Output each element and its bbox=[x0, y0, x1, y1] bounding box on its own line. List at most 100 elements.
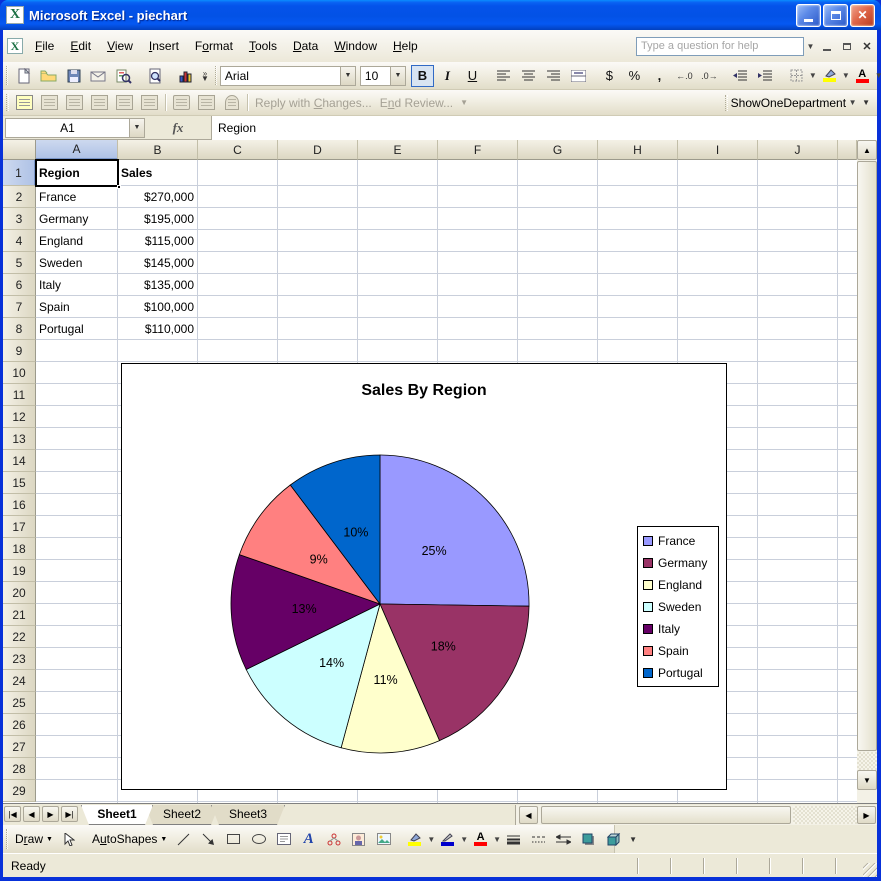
insert-picture-button[interactable] bbox=[372, 828, 395, 850]
sheet-tab-sheet2[interactable]: Sheet2 bbox=[145, 805, 219, 825]
resize-grip[interactable] bbox=[863, 863, 877, 877]
horizontal-scroll-track[interactable] bbox=[793, 806, 858, 824]
font-color-dropdown-icon[interactable]: ▼ bbox=[875, 66, 881, 85]
cell-A5[interactable]: Sweden bbox=[36, 252, 117, 273]
legend-item-england[interactable]: England bbox=[643, 574, 718, 596]
cell-A2[interactable]: France bbox=[36, 186, 117, 207]
arrow-button[interactable] bbox=[197, 828, 220, 850]
fill-color-dropdown-icon[interactable]: ▼ bbox=[427, 830, 435, 849]
menu-file[interactable]: File bbox=[27, 35, 62, 57]
line-color-dropdown-icon[interactable]: ▼ bbox=[460, 830, 468, 849]
cell-A4[interactable]: England bbox=[36, 230, 117, 251]
open-button[interactable] bbox=[37, 65, 60, 87]
column-header-D[interactable]: D bbox=[278, 140, 358, 160]
cell-B1[interactable]: Sales bbox=[118, 160, 197, 185]
diagram-button[interactable] bbox=[322, 828, 345, 850]
fill-color-dropdown-icon[interactable]: ▼ bbox=[842, 66, 850, 85]
row-header-23[interactable]: 23 bbox=[3, 648, 36, 670]
italic-button[interactable]: I bbox=[436, 65, 459, 87]
row-header-3[interactable]: 3 bbox=[3, 208, 36, 230]
insert-function-button[interactable]: fx bbox=[145, 117, 211, 139]
select-objects-button[interactable] bbox=[58, 828, 81, 850]
column-header-B[interactable]: B bbox=[118, 140, 198, 160]
row-header-16[interactable]: 16 bbox=[3, 494, 36, 516]
sheet-tab-sheet1[interactable]: Sheet1 bbox=[81, 805, 153, 825]
minimize-button[interactable] bbox=[796, 4, 821, 27]
column-header-G[interactable]: G bbox=[518, 140, 598, 160]
new-workbook-button[interactable] bbox=[12, 65, 35, 87]
fill-color-button[interactable] bbox=[403, 828, 426, 850]
toolbar-options-chevron[interactable]: ▼ bbox=[457, 100, 471, 105]
delete-comment-button[interactable] bbox=[138, 92, 161, 114]
currency-button[interactable]: $ bbox=[598, 65, 621, 87]
shadow-style-button[interactable] bbox=[577, 828, 600, 850]
column-header-C[interactable]: C bbox=[198, 140, 278, 160]
column-header-H[interactable]: H bbox=[598, 140, 678, 160]
vertical-scroll-track[interactable] bbox=[857, 752, 877, 770]
print-preview-button[interactable] bbox=[143, 65, 166, 87]
custom-macro-dropdown-icon[interactable]: ▼ bbox=[846, 93, 859, 112]
text-box-button[interactable] bbox=[272, 828, 295, 850]
font-color-button[interactable]: A bbox=[469, 828, 492, 850]
cell-A3[interactable]: Germany bbox=[36, 208, 117, 229]
decrease-indent-button[interactable] bbox=[729, 65, 752, 87]
bold-button[interactable]: B bbox=[411, 65, 434, 87]
arrow-style-button[interactable] bbox=[552, 828, 575, 850]
scroll-left-button[interactable]: ◀ bbox=[519, 806, 538, 824]
select-all-corner[interactable] bbox=[3, 140, 36, 160]
reply-with-changes-button[interactable]: Reply with Changes... bbox=[251, 96, 376, 110]
align-center-button[interactable] bbox=[517, 65, 540, 87]
increase-indent-button[interactable] bbox=[754, 65, 777, 87]
cell-B7[interactable]: $100,000 bbox=[118, 296, 197, 317]
menu-format[interactable]: Format bbox=[187, 35, 241, 57]
send-to-mail-recipient-button[interactable] bbox=[195, 92, 218, 114]
row-header-11[interactable]: 11 bbox=[3, 384, 36, 406]
dash-style-button[interactable] bbox=[527, 828, 550, 850]
font-color-dropdown-icon[interactable]: ▼ bbox=[493, 830, 501, 849]
workbook-close-button[interactable]: ✕ bbox=[859, 38, 875, 54]
merge-center-button[interactable] bbox=[567, 65, 590, 87]
row-header-17[interactable]: 17 bbox=[3, 516, 36, 538]
cell-B2[interactable]: $270,000 bbox=[118, 186, 197, 207]
align-left-button[interactable] bbox=[492, 65, 515, 87]
email-button[interactable] bbox=[87, 65, 110, 87]
font-color-button[interactable]: A bbox=[851, 65, 874, 87]
scroll-right-button[interactable]: ▶ bbox=[857, 806, 876, 824]
oval-button[interactable] bbox=[247, 828, 270, 850]
font-size-combo[interactable]: 10 ▼ bbox=[360, 66, 406, 86]
borders-dropdown-icon[interactable]: ▼ bbox=[809, 66, 817, 85]
pie-chart-object[interactable]: Sales By Region 25%18%11%14%13%9%10% Fra… bbox=[121, 363, 727, 790]
workbook-restore-button[interactable] bbox=[839, 38, 855, 54]
next-sheet-button[interactable]: ▶ bbox=[42, 806, 59, 822]
cell-B4[interactable]: $115,000 bbox=[118, 230, 197, 251]
workbook-minimize-button[interactable] bbox=[819, 38, 835, 54]
horizontal-scrollbar[interactable]: ◀ ▶ bbox=[515, 805, 877, 825]
title-bar[interactable]: X Microsoft Excel - piechart ✕ bbox=[0, 0, 881, 30]
row-header-2[interactable]: 2 bbox=[3, 186, 36, 208]
next-comment-button[interactable] bbox=[63, 92, 86, 114]
scroll-up-button[interactable]: ▲ bbox=[857, 140, 877, 160]
wordart-button[interactable]: A bbox=[297, 828, 320, 850]
row-header-13[interactable]: 13 bbox=[3, 428, 36, 450]
comma-style-button[interactable]: , bbox=[648, 65, 671, 87]
autoshapes-menu-button[interactable]: AutoShapes▼ bbox=[88, 832, 171, 846]
underline-button[interactable]: U bbox=[461, 65, 484, 87]
cell-B3[interactable]: $195,000 bbox=[118, 208, 197, 229]
font-name-dropdown-icon[interactable]: ▼ bbox=[340, 67, 355, 85]
row-header-4[interactable]: 4 bbox=[3, 230, 36, 252]
show-all-comments-button[interactable] bbox=[113, 92, 136, 114]
legend-item-spain[interactable]: Spain bbox=[643, 640, 718, 662]
name-box[interactable]: A1 ▼ bbox=[5, 118, 145, 138]
menu-data[interactable]: Data bbox=[285, 35, 326, 57]
toolbar-grip[interactable] bbox=[6, 66, 8, 85]
legend-item-italy[interactable]: Italy bbox=[643, 618, 718, 640]
cell-A7[interactable]: Spain bbox=[36, 296, 117, 317]
row-header-29[interactable]: 29 bbox=[3, 780, 36, 802]
insert-clip-art-button[interactable] bbox=[347, 828, 370, 850]
legend-item-portugal[interactable]: Portugal bbox=[643, 662, 718, 684]
close-button[interactable]: ✕ bbox=[850, 4, 875, 27]
row-header-28[interactable]: 28 bbox=[3, 758, 36, 780]
last-sheet-button[interactable]: ▶| bbox=[61, 806, 78, 822]
toolbar-grip[interactable] bbox=[6, 829, 8, 849]
row-header-9[interactable]: 9 bbox=[3, 340, 36, 362]
